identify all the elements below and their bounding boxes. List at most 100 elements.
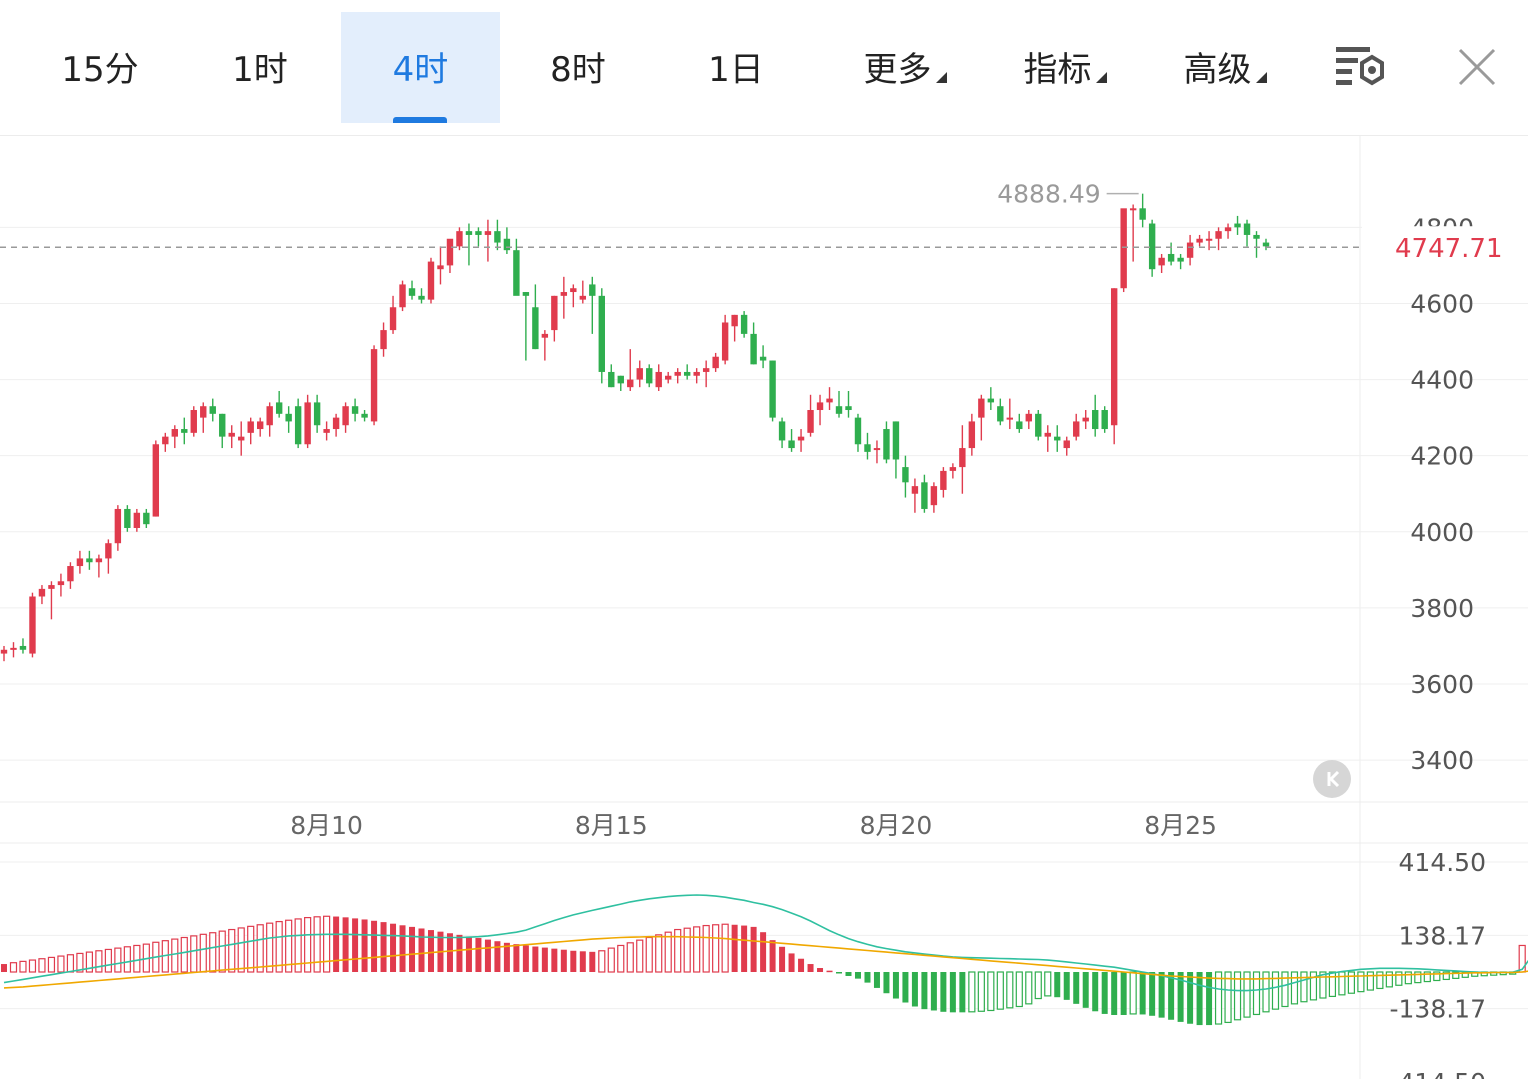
macd-bar bbox=[237, 927, 245, 973]
macd-bar bbox=[968, 971, 976, 1013]
chart-settings-button[interactable] bbox=[1332, 44, 1388, 92]
candle-body bbox=[105, 543, 112, 559]
candle-body bbox=[475, 231, 482, 235]
macd-bar bbox=[1015, 971, 1023, 1008]
candle-body bbox=[864, 444, 871, 452]
candle-body bbox=[29, 596, 36, 654]
candle-body bbox=[854, 417, 862, 445]
macd-bar bbox=[1, 964, 7, 972]
macd-bar bbox=[19, 960, 27, 973]
macd-bar bbox=[28, 959, 37, 973]
macd-bar bbox=[1168, 972, 1175, 1020]
candle-body bbox=[427, 261, 435, 300]
price-tick-label: 3600 bbox=[1410, 670, 1474, 699]
candle-body bbox=[1025, 413, 1032, 422]
macd-bar bbox=[959, 972, 966, 1013]
candle-body bbox=[911, 486, 919, 494]
macd-bar bbox=[655, 934, 663, 973]
candle-body bbox=[997, 406, 1004, 422]
macd-bar bbox=[1224, 971, 1232, 1024]
candle-body bbox=[769, 360, 776, 418]
candle-body bbox=[826, 398, 833, 403]
macd-bar bbox=[1357, 971, 1365, 993]
candle-body bbox=[560, 292, 568, 296]
macd-tick-label: 138.17 bbox=[1399, 921, 1486, 950]
tab-1d[interactable]: 1日 bbox=[666, 12, 806, 123]
tab-label: 高级 bbox=[1183, 50, 1252, 90]
candle-body bbox=[1243, 223, 1251, 235]
macd-bar bbox=[190, 935, 198, 973]
last-price-label: 4747.71 bbox=[1395, 234, 1503, 264]
macd-bar bbox=[987, 971, 995, 1012]
close-button[interactable] bbox=[1455, 45, 1499, 89]
tab-advanced[interactable]: 高级 bbox=[1150, 12, 1300, 123]
candle-body bbox=[484, 231, 492, 235]
candle-body bbox=[693, 371, 700, 376]
macd-bar bbox=[1054, 972, 1061, 998]
candle-body bbox=[285, 413, 292, 422]
candle-body bbox=[702, 368, 710, 372]
candle-body bbox=[275, 402, 283, 414]
candle-body bbox=[845, 406, 852, 411]
candle-body bbox=[1016, 421, 1023, 430]
tab-4h[interactable]: 4时 bbox=[341, 12, 500, 123]
macd-bar bbox=[693, 926, 701, 973]
candle-body bbox=[503, 238, 511, 251]
candle-body bbox=[617, 375, 624, 384]
candle-body bbox=[399, 284, 406, 308]
macd-bar bbox=[66, 954, 75, 973]
macd-bar bbox=[769, 940, 776, 972]
macd-bar bbox=[902, 972, 909, 1003]
macd-bar bbox=[133, 944, 141, 973]
tab-1h[interactable]: 1时 bbox=[190, 12, 330, 123]
price-tick-label: 3800 bbox=[1410, 594, 1474, 623]
macd-bar bbox=[683, 927, 691, 973]
tab-8h[interactable]: 8时 bbox=[508, 12, 648, 123]
macd-bar bbox=[171, 938, 179, 973]
interval-toolbar: 15分 1时 4时 8时 1日 更多 指标 高级 bbox=[0, 0, 1528, 136]
macd-bar bbox=[1347, 971, 1355, 994]
macd-bar bbox=[1044, 971, 1052, 997]
candle-body bbox=[1139, 208, 1146, 220]
macd-bar bbox=[560, 949, 567, 972]
macd-bar bbox=[721, 923, 729, 973]
price-tick-label: 4600 bbox=[1410, 289, 1474, 318]
macd-bar bbox=[247, 925, 255, 973]
macd-bar bbox=[465, 936, 472, 972]
macd-bar bbox=[1120, 972, 1127, 1015]
tab-15min[interactable]: 15分 bbox=[30, 12, 170, 123]
candle-body bbox=[408, 288, 416, 296]
candle-body bbox=[807, 410, 814, 433]
tab-more[interactable]: 更多 bbox=[830, 12, 980, 123]
candle-body bbox=[532, 307, 539, 350]
macd-bar bbox=[1149, 972, 1156, 1016]
macd-bar bbox=[570, 950, 577, 972]
macd-bar bbox=[1101, 972, 1108, 1014]
candle-body bbox=[1148, 223, 1156, 270]
macd-bar bbox=[826, 970, 833, 973]
tab-indicators[interactable]: 指标 bbox=[990, 12, 1140, 123]
macd-bar bbox=[579, 951, 586, 972]
high-price-label: 4888.49 bbox=[997, 180, 1100, 209]
macd-bar bbox=[380, 922, 387, 972]
macd-bar bbox=[475, 938, 482, 972]
candle-body bbox=[1158, 257, 1165, 266]
candle-body bbox=[721, 322, 729, 361]
macd-bar bbox=[209, 932, 217, 973]
candle-body bbox=[86, 558, 93, 563]
candle-body bbox=[256, 421, 264, 430]
macd-bar bbox=[883, 972, 890, 994]
macd-bar bbox=[418, 928, 425, 972]
macd-bar bbox=[930, 972, 937, 1011]
macd-bar bbox=[1196, 972, 1203, 1026]
macd-bar bbox=[513, 944, 520, 972]
scroll-to-latest-button[interactable] bbox=[1313, 760, 1351, 798]
macd-bar bbox=[873, 972, 880, 988]
kline-chart[interactable]: 34003600380040004200440046004800 414.501… bbox=[0, 136, 1528, 1079]
macd-bar bbox=[1082, 972, 1089, 1008]
candle-body bbox=[1082, 417, 1089, 422]
candle-body bbox=[219, 413, 226, 437]
candle-body bbox=[683, 371, 691, 376]
candle-body bbox=[949, 467, 957, 471]
candle-body bbox=[712, 356, 719, 369]
